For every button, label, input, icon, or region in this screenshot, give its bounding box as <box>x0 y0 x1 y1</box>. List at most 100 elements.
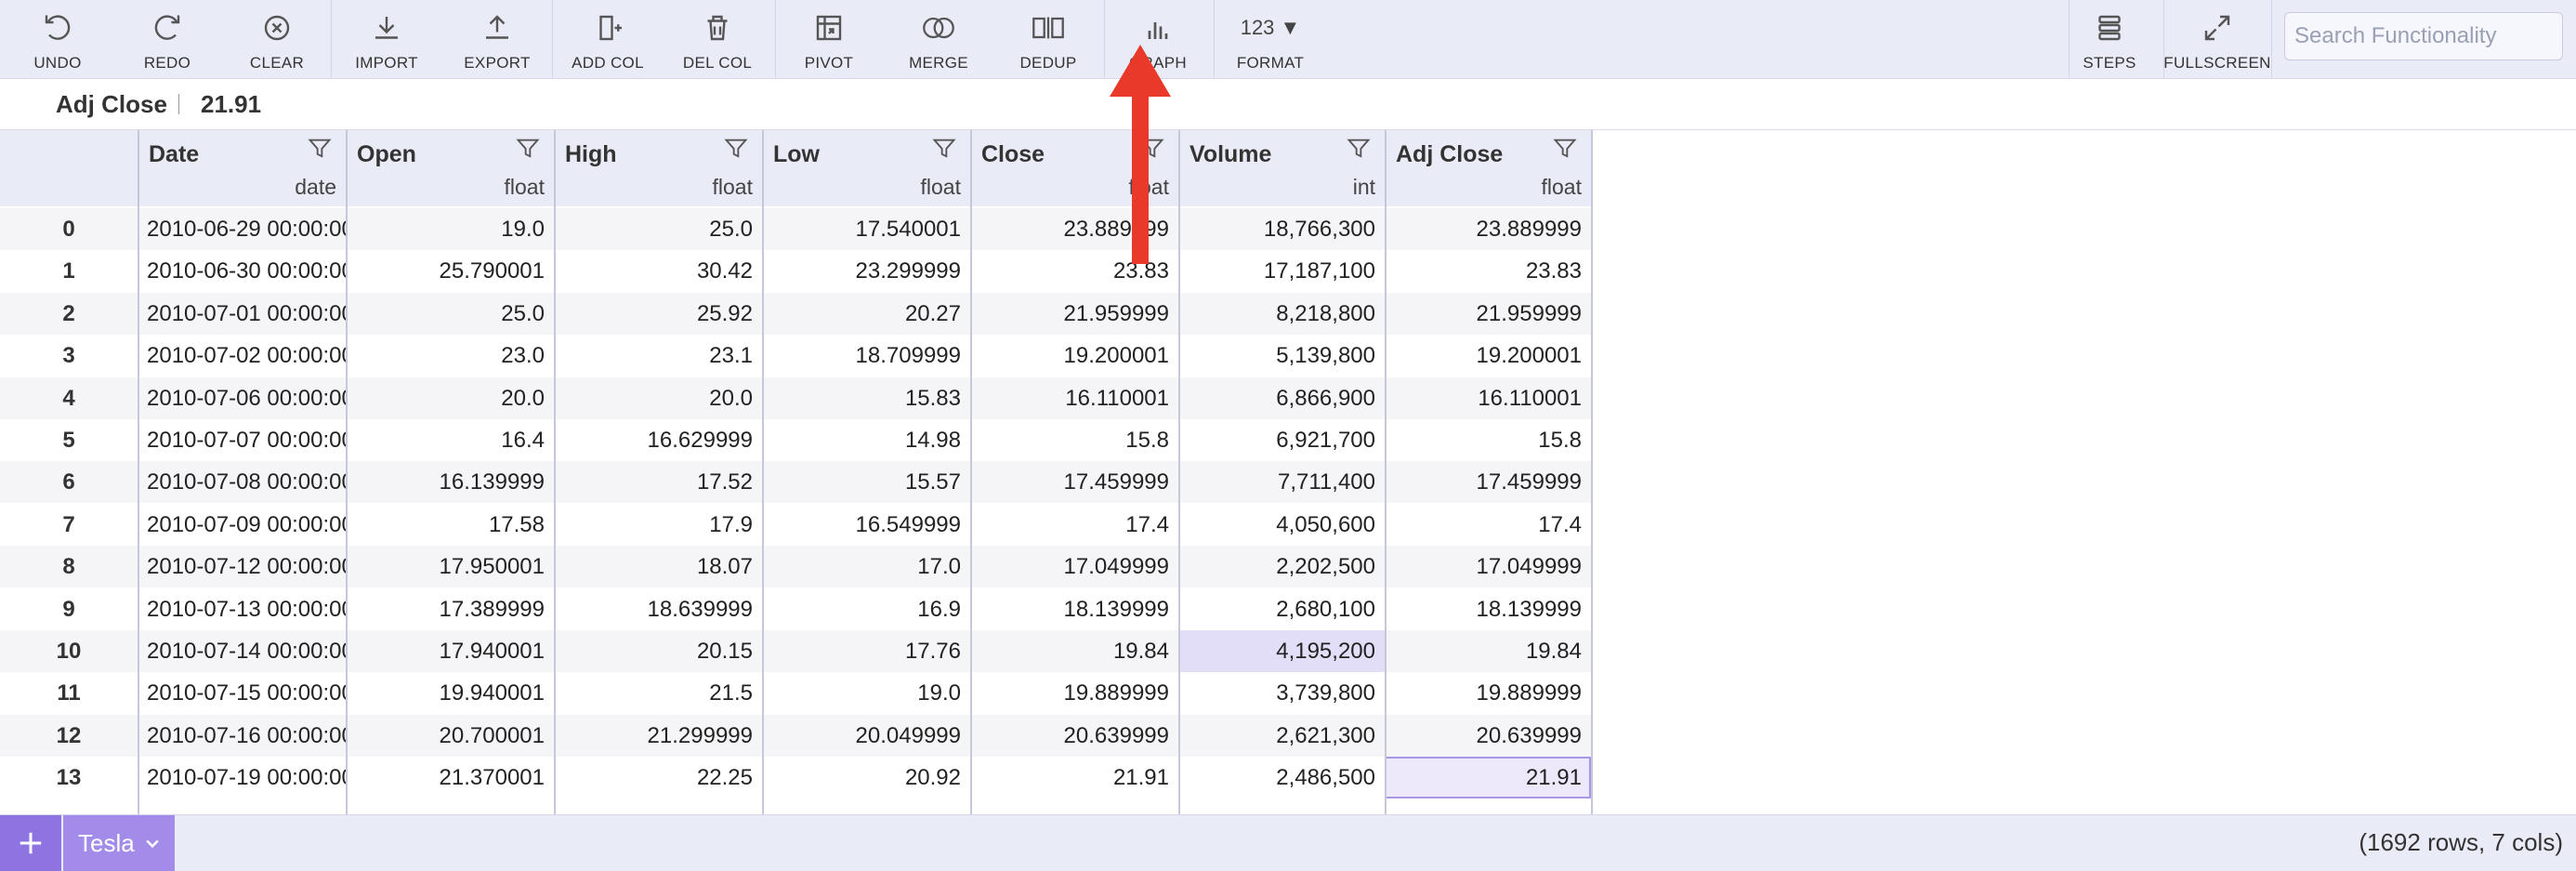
table-cell[interactable]: 2010-06-30 00:00:00 <box>138 250 346 292</box>
row-index[interactable]: 10 <box>0 630 138 672</box>
table-cell[interactable]: 2010-07-02 00:00:00 <box>138 335 346 376</box>
fullscreen-button[interactable]: FULLSCREEN <box>2163 0 2270 78</box>
table-cell[interactable]: 16.110001 <box>970 377 1178 419</box>
table-cell[interactable]: 23.0 <box>346 335 554 376</box>
table-cell[interactable]: 25.790001 <box>346 250 554 292</box>
table-cell[interactable]: 6,921,700 <box>1178 419 1385 461</box>
table-cell[interactable]: 23.1 <box>554 335 762 376</box>
table-cell[interactable]: 18.139999 <box>970 588 1178 630</box>
table-cell[interactable]: 23.889999 <box>1385 208 1591 250</box>
table-cell[interactable]: 20.639999 <box>1385 715 1591 757</box>
table-cell[interactable]: 17.4 <box>1385 504 1591 546</box>
table-cell[interactable]: 2010-06-29 00:00:00 <box>138 208 346 250</box>
table-cell[interactable]: 4,050,600 <box>1178 504 1385 546</box>
table-cell[interactable]: 21.91 <box>1385 757 1591 799</box>
table-cell[interactable]: 20.639999 <box>970 715 1178 757</box>
table-cell[interactable]: 8,218,800 <box>1178 293 1385 335</box>
table-cell[interactable]: 19.200001 <box>970 335 1178 376</box>
table-cell[interactable]: 25.0 <box>554 208 762 250</box>
table-cell[interactable]: 2010-07-06 00:00:00 <box>138 377 346 419</box>
table-cell[interactable]: 17.389999 <box>346 588 554 630</box>
table-cell[interactable]: 18.07 <box>554 546 762 587</box>
table-cell[interactable]: 19.200001 <box>1385 335 1591 376</box>
table-cell[interactable]: 17.52 <box>554 461 762 503</box>
table-cell[interactable]: 18,766,300 <box>1178 208 1385 250</box>
steps-button[interactable]: STEPS <box>2069 0 2150 78</box>
table-cell[interactable]: 2,202,500 <box>1178 546 1385 587</box>
table-cell[interactable]: 18.639999 <box>554 588 762 630</box>
table-cell[interactable]: 2,680,100 <box>1178 588 1385 630</box>
table-cell[interactable]: 21.91 <box>970 757 1178 798</box>
table-cell[interactable]: 17.58 <box>346 504 554 546</box>
pivot-button[interactable]: PIVOT <box>790 0 868 78</box>
table-cell[interactable]: 17.540001 <box>762 208 970 250</box>
sheet-tab[interactable]: Tesla <box>63 815 175 871</box>
table-cell[interactable]: 30.42 <box>554 250 762 292</box>
row-index[interactable]: 7 <box>0 504 138 546</box>
table-cell[interactable]: 20.049999 <box>762 715 970 757</box>
filter-icon[interactable] <box>515 136 541 166</box>
table-cell[interactable]: 14.98 <box>762 419 970 461</box>
row-index[interactable]: 6 <box>0 461 138 503</box>
row-index[interactable]: 9 <box>0 588 138 630</box>
table-cell[interactable]: 20.92 <box>762 757 970 798</box>
table-cell[interactable]: 16.110001 <box>1385 377 1591 419</box>
del-col-button[interactable]: DEL COL <box>675 0 760 78</box>
table-cell[interactable]: 2,486,500 <box>1178 757 1385 798</box>
row-index[interactable]: 3 <box>0 335 138 376</box>
row-index[interactable]: 11 <box>0 672 138 714</box>
table-cell[interactable]: 17.9 <box>554 504 762 546</box>
table-cell[interactable]: 20.0 <box>554 377 762 419</box>
table-cell[interactable]: 6,866,900 <box>1178 377 1385 419</box>
table-cell[interactable]: 21.299999 <box>554 715 762 757</box>
table-cell[interactable]: 2010-07-09 00:00:00 <box>138 504 346 546</box>
clear-button[interactable]: CLEAR <box>238 0 316 78</box>
dedup-button[interactable]: DEDUP <box>1009 0 1087 78</box>
format-button[interactable]: 123 ▼ FORMAT <box>1229 0 1312 78</box>
table-cell[interactable]: 16.629999 <box>554 419 762 461</box>
table-cell[interactable]: 7,711,400 <box>1178 461 1385 503</box>
row-index[interactable]: 4 <box>0 377 138 419</box>
table-cell[interactable]: 19.889999 <box>970 672 1178 714</box>
table-cell[interactable]: 19.0 <box>346 208 554 250</box>
import-button[interactable]: IMPORT <box>348 0 426 78</box>
table-cell[interactable]: 15.83 <box>762 377 970 419</box>
column-header[interactable]: Low float <box>762 130 970 206</box>
table-cell[interactable]: 2,621,300 <box>1178 715 1385 757</box>
table-cell[interactable]: 5,139,800 <box>1178 335 1385 376</box>
table-cell[interactable]: 15.57 <box>762 461 970 503</box>
table-cell[interactable]: 17.459999 <box>970 461 1178 503</box>
table-cell[interactable]: 2010-07-14 00:00:00 <box>138 630 346 672</box>
table-cell[interactable]: 17.940001 <box>346 630 554 672</box>
column-header[interactable]: Date date <box>138 130 346 206</box>
table-cell[interactable]: 21.370001 <box>346 757 554 798</box>
table-cell[interactable]: 19.0 <box>762 672 970 714</box>
export-button[interactable]: EXPORT <box>457 0 537 78</box>
table-cell[interactable]: 17.049999 <box>970 546 1178 587</box>
table-cell[interactable]: 19.940001 <box>346 672 554 714</box>
filter-icon[interactable] <box>931 136 957 166</box>
add-col-button[interactable]: ADD COL <box>565 0 651 78</box>
table-cell[interactable]: 19.84 <box>1385 630 1591 672</box>
table-cell[interactable]: 23.299999 <box>762 250 970 292</box>
row-index[interactable]: 2 <box>0 293 138 335</box>
row-index[interactable]: 5 <box>0 419 138 461</box>
undo-button[interactable]: UNDO <box>19 0 97 78</box>
row-index[interactable]: 12 <box>0 715 138 757</box>
table-cell[interactable]: 21.5 <box>554 672 762 714</box>
table-cell[interactable]: 25.92 <box>554 293 762 335</box>
table-cell[interactable]: 20.15 <box>554 630 762 672</box>
search-input[interactable]: Search Functionality <box>2284 12 2563 60</box>
table-cell[interactable]: 21.959999 <box>1385 293 1591 335</box>
table-cell[interactable]: 19.84 <box>970 630 1178 672</box>
table-cell[interactable]: 2010-07-16 00:00:00 <box>138 715 346 757</box>
filter-icon[interactable] <box>307 136 333 166</box>
table-cell[interactable]: 2010-07-13 00:00:00 <box>138 588 346 630</box>
row-index[interactable]: 0 <box>0 208 138 250</box>
merge-button[interactable]: MERGE <box>898 0 979 78</box>
table-cell[interactable]: 19.889999 <box>1385 672 1591 714</box>
table-cell[interactable]: 16.139999 <box>346 461 554 503</box>
filter-icon[interactable] <box>1346 136 1372 166</box>
column-header[interactable]: Open float <box>346 130 554 206</box>
redo-button[interactable]: REDO <box>128 0 206 78</box>
